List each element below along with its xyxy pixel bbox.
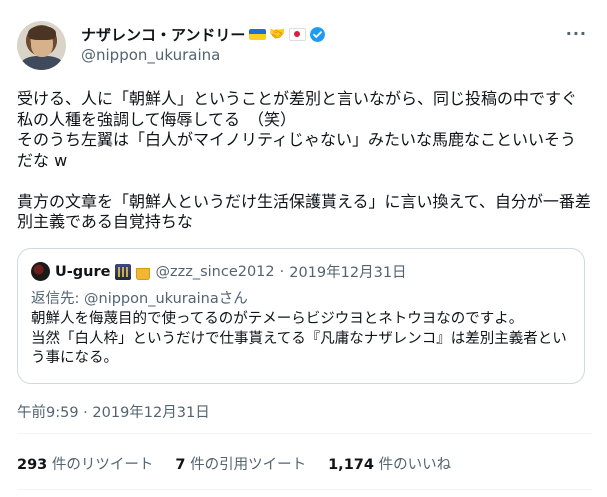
engagement-stats: 293 件のリツイート 7 件の引用ツイート 1,174 件のいいね: [17, 453, 451, 474]
flag-ukraine-icon: [249, 28, 267, 40]
tweet-text: 受ける、人に「朝鮮人」ということが差別と言いながら、同じ投稿の中ですぐ私の人種を…: [17, 89, 592, 233]
author-name-row: ナザレンコ・アンドリー 🤝: [81, 23, 326, 45]
quote-tweets-stat[interactable]: 7 件の引用ツイート: [175, 453, 306, 474]
quoted-tweet-header: U-gure @zzz_since2012 · 2019年12月31日: [31, 261, 407, 282]
reply-prefix: 返信先:: [31, 291, 84, 307]
author-handle[interactable]: @nippon_ukuraina: [81, 46, 220, 64]
author-display-name[interactable]: ナザレンコ・アンドリー: [81, 24, 245, 45]
quoted-tweet-text: 朝鮮人を侮蔑目的で使ってるのがテメーらビジウヨとネトウヨなのですよ。 当然「白人…: [31, 311, 567, 366]
dot-separator: ·: [279, 263, 285, 280]
tweet-paragraph-1: 受ける、人に「朝鮮人」ということが差別と言いながら、同じ投稿の中ですぐ私の人種を…: [17, 89, 578, 170]
reply-to-line: 返信先: @nippon_ukurainaさん: [31, 287, 248, 308]
author-avatar[interactable]: [17, 21, 66, 70]
divider: [17, 433, 592, 434]
likes-stat[interactable]: 1,174 件のいいね: [328, 453, 451, 474]
tweet-paragraph-2: 貴方の文章を「朝鮮人というだけ生活保護貰える」に言い換えて、自分が一番差別主義で…: [17, 191, 591, 232]
flag-japan-icon: [288, 27, 306, 41]
divider: [17, 489, 592, 490]
verified-badge-icon[interactable]: [309, 26, 326, 43]
quoted-tweet[interactable]: U-gure @zzz_since2012 · 2019年12月31日 返信先:…: [17, 248, 585, 384]
quoted-author-avatar[interactable]: [31, 262, 50, 281]
retweets-label: 件のリツイート: [51, 457, 154, 473]
tweet-timestamp[interactable]: 午前9:59 · 2019年12月31日: [17, 401, 210, 422]
more-options-icon[interactable]: ···: [566, 24, 587, 43]
quoted-author-handle[interactable]: @zzz_since2012: [155, 264, 274, 280]
likes-label: 件のいいね: [378, 457, 452, 473]
likes-count: 1,174: [328, 457, 374, 473]
quoted-tweet-date[interactable]: 2019年12月31日: [289, 261, 406, 282]
beer-mug-icon: [136, 263, 151, 280]
quoted-author-name[interactable]: U-gure: [55, 264, 110, 280]
quotes-count: 7: [175, 457, 186, 473]
reply-mention[interactable]: @nippon_ukurainaさん: [84, 291, 248, 307]
city-buildings-icon: [115, 263, 132, 280]
retweets-stat[interactable]: 293 件のリツイート: [17, 453, 153, 474]
handshake-icon: 🤝: [269, 26, 286, 42]
retweets-count: 293: [17, 457, 48, 473]
quotes-label: 件の引用ツイート: [190, 457, 307, 473]
